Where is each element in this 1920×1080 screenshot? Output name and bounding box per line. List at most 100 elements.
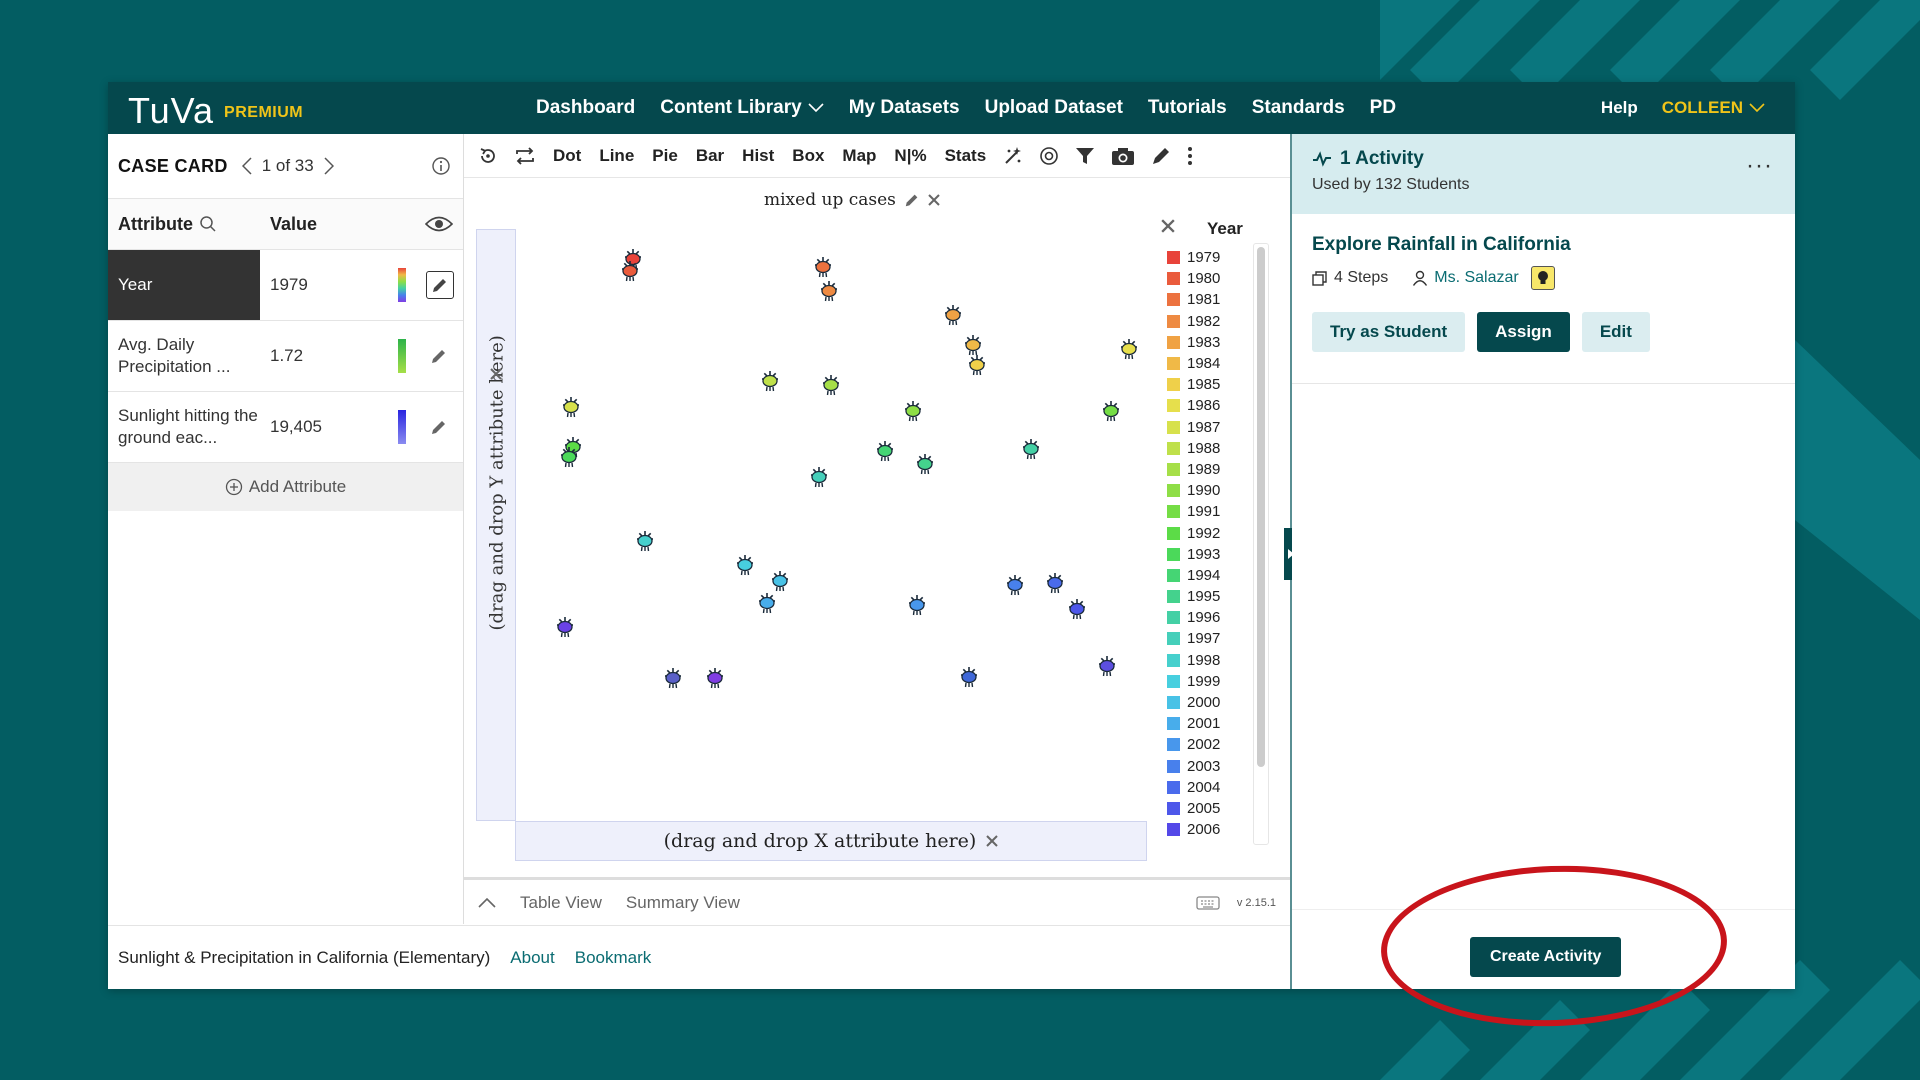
user-menu[interactable]: COLLEEN <box>1662 98 1765 118</box>
legend-item[interactable]: 1989 <box>1167 459 1220 480</box>
legend-item[interactable]: 1981 <box>1167 289 1220 310</box>
case-point[interactable] <box>772 571 788 592</box>
bookmark-link[interactable]: Bookmark <box>575 948 652 968</box>
stats-button[interactable]: Stats <box>936 134 996 178</box>
x-axis-drop-zone[interactable]: (drag and drop X attribute here) <box>515 821 1147 861</box>
attribute-value[interactable]: 1979 <box>270 275 308 295</box>
legend-item[interactable]: 1999 <box>1167 671 1220 692</box>
case-point[interactable] <box>561 447 577 468</box>
edit-pencil-icon[interactable] <box>426 414 452 440</box>
pen-icon[interactable] <box>1143 134 1179 178</box>
legend-item[interactable]: 1987 <box>1167 417 1220 438</box>
chevron-left-icon[interactable] <box>241 157 252 175</box>
case-point[interactable] <box>1007 575 1023 596</box>
legend-item[interactable]: 1982 <box>1167 311 1220 332</box>
case-card-row[interactable]: Sunlight hitting the ground eac... 19,40… <box>108 392 463 463</box>
attribute-value[interactable]: 1.72 <box>270 346 303 366</box>
case-point[interactable] <box>815 257 831 278</box>
legend-item[interactable]: 2005 <box>1167 798 1220 819</box>
legend-item[interactable]: 1996 <box>1167 607 1220 628</box>
legend-item[interactable]: 1995 <box>1167 586 1220 607</box>
case-point[interactable] <box>823 375 839 396</box>
case-point[interactable] <box>917 454 933 475</box>
nav-content-library[interactable]: Content Library <box>660 97 824 119</box>
swap-axes-icon[interactable] <box>506 134 544 178</box>
nav-standards[interactable]: Standards <box>1252 97 1345 119</box>
eye-icon[interactable] <box>425 215 453 233</box>
legend-item[interactable]: 1983 <box>1167 332 1220 353</box>
legend-scrollbar[interactable] <box>1257 247 1265 767</box>
bar-chart-button[interactable]: Bar <box>687 134 733 178</box>
nav-dashboard[interactable]: Dashboard <box>536 97 635 119</box>
create-activity-button[interactable]: Create Activity <box>1470 937 1622 977</box>
tab-table-view[interactable]: Table View <box>520 893 602 913</box>
case-point[interactable] <box>961 667 977 688</box>
search-icon[interactable] <box>199 215 217 233</box>
close-icon[interactable] <box>986 835 999 847</box>
case-point[interactable] <box>821 281 837 302</box>
teacher-name[interactable]: Ms. Salazar <box>1434 269 1518 287</box>
box-plot-button[interactable]: Box <box>783 134 833 178</box>
case-point[interactable] <box>905 401 921 422</box>
line-plot-button[interactable]: Line <box>590 134 643 178</box>
nav-pd[interactable]: PD <box>1370 97 1396 119</box>
attribute-name[interactable]: Sunlight hitting the ground eac... <box>108 392 260 462</box>
case-point[interactable] <box>665 668 681 689</box>
legend-item[interactable]: 2002 <box>1167 734 1220 755</box>
tab-summary-view[interactable]: Summary View <box>626 893 740 913</box>
assign-button[interactable]: Assign <box>1477 312 1570 352</box>
more-vertical-icon[interactable] <box>1179 134 1201 178</box>
case-point[interactable] <box>557 617 573 638</box>
legend-item[interactable]: 2003 <box>1167 756 1220 777</box>
legend-item[interactable]: 1990 <box>1167 480 1220 501</box>
plot-title-text[interactable]: mixed up cases <box>764 190 896 210</box>
legend-item[interactable]: 1998 <box>1167 650 1220 671</box>
case-point[interactable] <box>877 441 893 462</box>
pie-chart-button[interactable]: Pie <box>643 134 687 178</box>
case-point[interactable] <box>811 467 827 488</box>
case-point[interactable] <box>1103 401 1119 422</box>
try-as-student-button[interactable]: Try as Student <box>1312 312 1466 352</box>
legend-item[interactable]: 2000 <box>1167 692 1220 713</box>
case-point[interactable] <box>762 371 778 392</box>
add-attribute-button[interactable]: Add Attribute <box>108 463 463 511</box>
legend-item[interactable]: 1993 <box>1167 544 1220 565</box>
dot-plot-button[interactable]: Dot <box>544 134 590 178</box>
wand-icon[interactable] <box>995 134 1031 178</box>
legend-item[interactable]: 1985 <box>1167 374 1220 395</box>
scatter-plot[interactable] <box>515 229 1145 819</box>
tuva-logo[interactable]: TuVa PREMIUM <box>128 90 303 132</box>
count-percent-button[interactable]: N|% <box>885 134 935 178</box>
case-point[interactable] <box>707 668 723 689</box>
legend-item[interactable]: 1991 <box>1167 501 1220 522</box>
activity-title[interactable]: Explore Rainfall in California <box>1312 234 1775 256</box>
case-point[interactable] <box>637 531 653 552</box>
case-point[interactable] <box>737 555 753 576</box>
more-options-icon[interactable]: ··· <box>1746 152 1773 180</box>
legend-item[interactable]: 2001 <box>1167 713 1220 734</box>
legend-item[interactable]: 1986 <box>1167 395 1220 416</box>
case-point[interactable] <box>759 593 775 614</box>
reset-icon[interactable] <box>470 134 506 178</box>
case-point[interactable] <box>563 397 579 418</box>
map-button[interactable]: Map <box>833 134 885 178</box>
attribute-name[interactable]: Avg. Daily Precipitation ... <box>108 321 260 391</box>
histogram-button[interactable]: Hist <box>733 134 783 178</box>
edit-pencil-icon[interactable] <box>426 271 454 299</box>
case-point[interactable] <box>1047 573 1063 594</box>
edit-pencil-icon[interactable] <box>426 343 452 369</box>
close-icon[interactable] <box>1161 219 1175 233</box>
close-icon[interactable] <box>490 368 502 380</box>
case-point[interactable] <box>1023 439 1039 460</box>
nav-tutorials[interactable]: Tutorials <box>1148 97 1227 119</box>
case-point[interactable] <box>945 305 961 326</box>
legend-item[interactable]: 2006 <box>1167 819 1220 840</box>
chevron-up-icon[interactable] <box>478 897 496 908</box>
legend-item[interactable]: 1994 <box>1167 565 1220 586</box>
case-card-row[interactable]: Year 1979 <box>108 250 463 321</box>
case-point[interactable] <box>909 595 925 616</box>
legend-item[interactable]: 1984 <box>1167 353 1220 374</box>
case-point[interactable] <box>1121 339 1137 360</box>
case-point[interactable] <box>622 261 638 282</box>
legend-item[interactable]: 1992 <box>1167 522 1220 543</box>
